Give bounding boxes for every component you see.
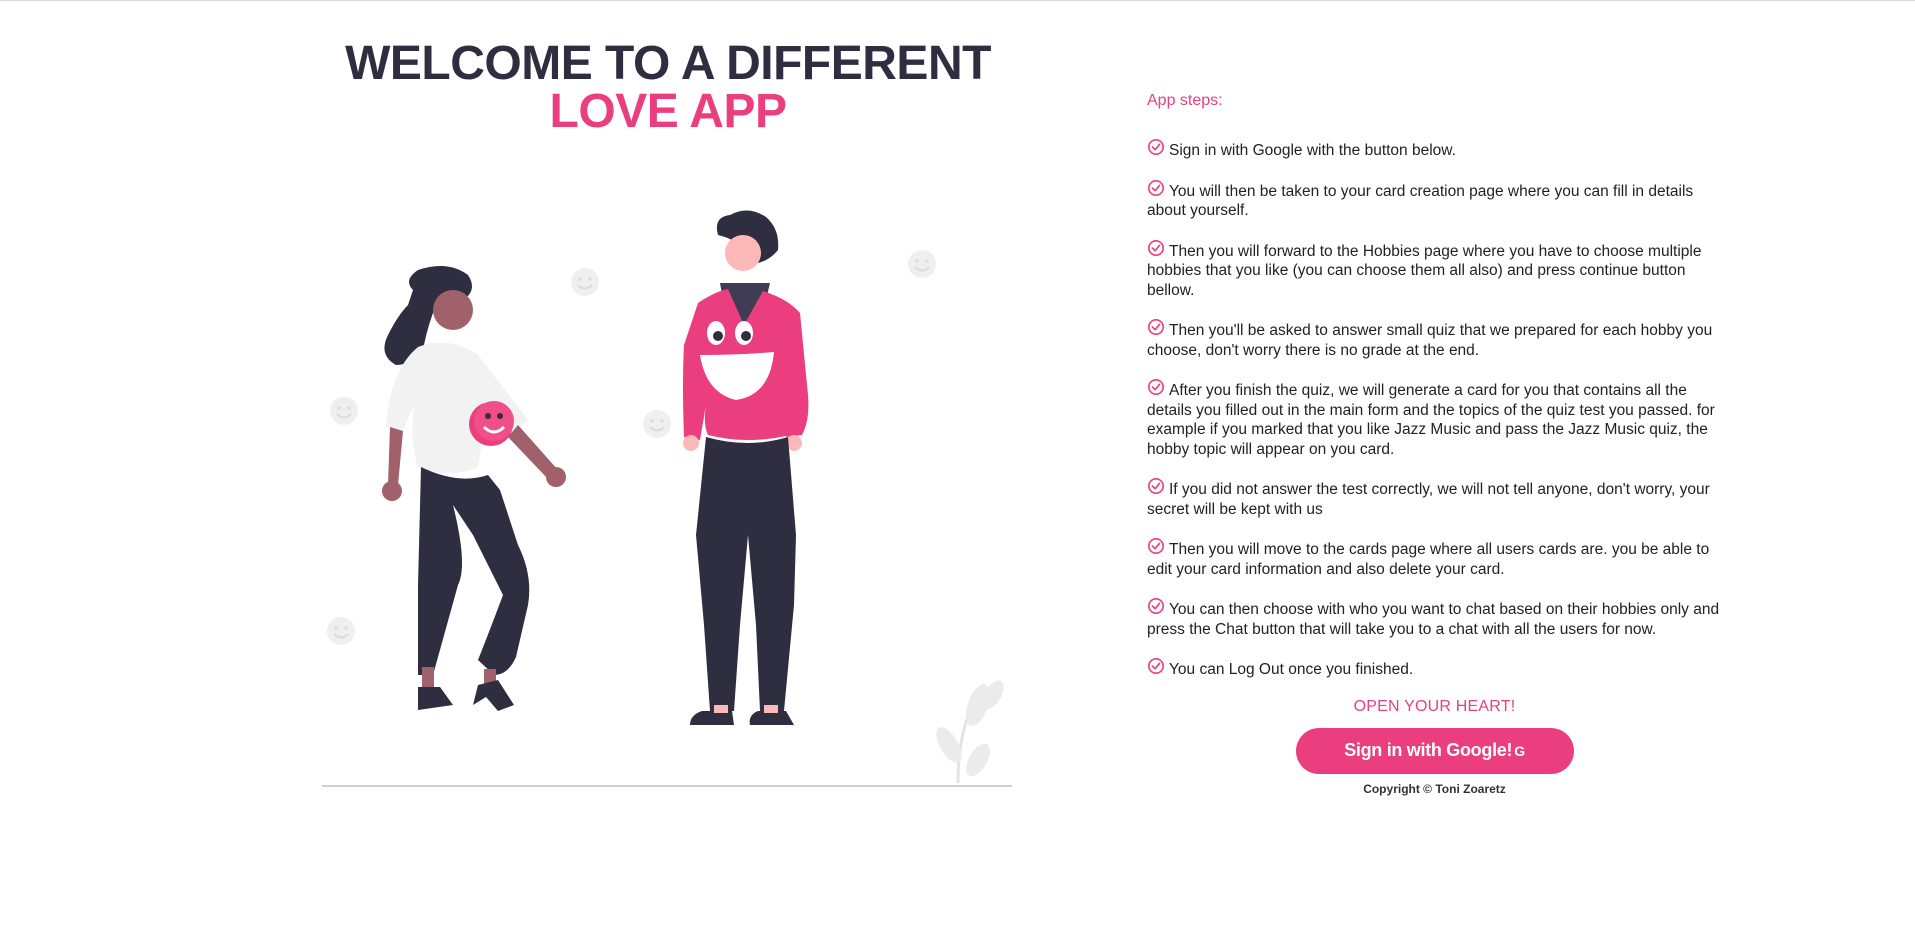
woman-figure bbox=[382, 266, 566, 711]
title-line-2: LOVE APP bbox=[549, 85, 787, 138]
background-smiley-5 bbox=[327, 617, 355, 645]
title-line-1: WELCOME TO A DIFFERENT bbox=[345, 37, 991, 90]
check-circle-icon bbox=[1147, 318, 1165, 336]
step-item: Sign in with Google with the button belo… bbox=[1147, 138, 1732, 161]
step-item: You can Log Out once you finished. bbox=[1147, 657, 1732, 680]
background-smiley-1 bbox=[571, 268, 599, 296]
check-circle-icon bbox=[1147, 239, 1165, 256]
sign-in-google-label: Sign in with Google! bbox=[1344, 740, 1513, 760]
cta-section: OPEN YOUR HEART! Sign in with Google! G … bbox=[1147, 698, 1722, 796]
check-circle-icon bbox=[1147, 477, 1165, 495]
background-smiley-3 bbox=[330, 397, 358, 425]
step-item: After you finish the quiz, we will gener… bbox=[1147, 378, 1732, 459]
step-text: If you did not answer the test correctly… bbox=[1147, 481, 1710, 518]
step-text: You can Log Out once you finished. bbox=[1169, 661, 1414, 678]
step-item: Then you will move to the cards page whe… bbox=[1147, 537, 1732, 579]
step-text: Then you will move to the cards page whe… bbox=[1147, 541, 1710, 578]
step-item: If you did not answer the test correctly… bbox=[1147, 477, 1732, 519]
step-item: You will then be taken to your card crea… bbox=[1147, 179, 1732, 221]
steps-panel: App steps: Sign in with Google with the … bbox=[1147, 92, 1732, 796]
background-smiley-2 bbox=[908, 250, 936, 278]
check-circle-icon bbox=[1147, 378, 1165, 396]
check-circle-icon bbox=[1147, 138, 1165, 156]
man-figure bbox=[683, 210, 809, 725]
background-smiley-4 bbox=[643, 410, 671, 438]
step-item: Then you'll be asked to answer small qui… bbox=[1147, 318, 1732, 360]
hero-section: WELCOME TO A DIFFERENT LOVE APP bbox=[318, 40, 1018, 800]
plant-decoration bbox=[936, 680, 1004, 784]
steps-list: Sign in with Google with the button belo… bbox=[1147, 138, 1732, 680]
sign-in-google-button[interactable]: Sign in with Google! G bbox=[1295, 727, 1574, 774]
step-item: You can then choose with who you want to… bbox=[1147, 597, 1732, 639]
google-icon: G bbox=[1514, 742, 1525, 759]
steps-heading: App steps: bbox=[1147, 92, 1223, 109]
check-circle-icon bbox=[1147, 179, 1165, 196]
copyright: Copyright © Toni Zoaretz bbox=[1363, 781, 1506, 796]
ground-line bbox=[322, 785, 1012, 787]
step-text: Then you'll be asked to answer small qui… bbox=[1147, 322, 1713, 359]
step-text: You can then choose with who you want to… bbox=[1147, 601, 1720, 638]
step-text: Sign in with Google with the button belo… bbox=[1169, 142, 1456, 159]
tagline: OPEN YOUR HEART! bbox=[1353, 697, 1516, 715]
step-text: Then you will forward to the Hobbies pag… bbox=[1147, 242, 1702, 299]
couple-illustration bbox=[322, 210, 1012, 787]
check-circle-icon bbox=[1147, 657, 1165, 675]
check-circle-icon bbox=[1147, 597, 1165, 615]
top-divider bbox=[0, 0, 1915, 1]
step-item: Then you will forward to the Hobbies pag… bbox=[1147, 239, 1732, 301]
step-text: You will then be taken to your card crea… bbox=[1147, 182, 1694, 220]
step-text: After you finish the quiz, we will gener… bbox=[1147, 382, 1715, 458]
check-circle-icon bbox=[1147, 537, 1165, 555]
page-title: WELCOME TO A DIFFERENT LOVE APP bbox=[318, 40, 1018, 136]
